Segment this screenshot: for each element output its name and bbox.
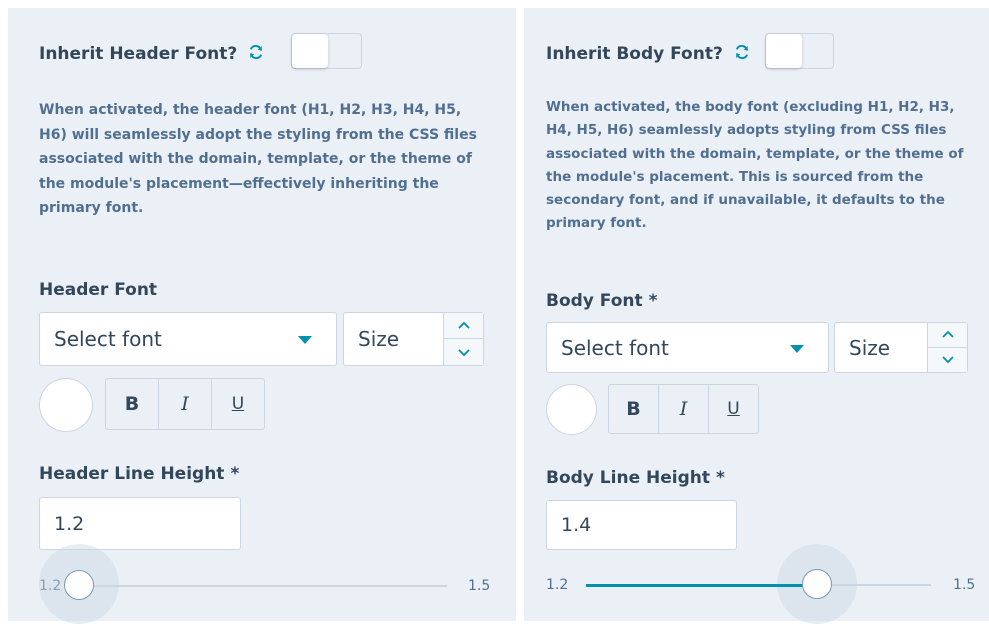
header-font-label: Header Font xyxy=(39,280,158,300)
header-font-format-group: B I U xyxy=(105,378,265,430)
body-font-select-value: Select font xyxy=(561,335,669,360)
header-line-height-input[interactable]: 1.2 xyxy=(39,497,241,550)
inherit-header-font-label-text: Inherit Header Font? xyxy=(39,44,238,64)
inherit-header-font-label: Inherit Header Font? xyxy=(39,43,265,64)
toggle-knob xyxy=(766,34,802,68)
header-line-height-value: 1.2 xyxy=(54,512,85,535)
header-font-select-value: Select font xyxy=(54,327,162,351)
bold-button[interactable]: B xyxy=(106,379,159,429)
underline-button[interactable]: U xyxy=(212,379,264,429)
inherit-body-font-toggle[interactable] xyxy=(765,33,834,69)
refresh-icon[interactable] xyxy=(733,43,751,61)
header-font-size-placeholder: Size xyxy=(358,327,400,351)
body-font-label: Body Font * xyxy=(546,291,658,311)
body-font-label-text: Body Font xyxy=(546,291,643,311)
header-font-size-stepper xyxy=(443,313,483,365)
header-font-color-swatch[interactable] xyxy=(39,378,93,432)
inherit-body-font-description: When activated, the body font (excluding… xyxy=(546,99,964,232)
body-font-size-input[interactable]: Size xyxy=(834,322,968,373)
header-line-height-slider-thumb[interactable] xyxy=(64,570,94,600)
toggle-divider xyxy=(328,34,329,68)
body-font-color-swatch[interactable] xyxy=(546,384,597,435)
body-line-height-label-text: Body Line Height xyxy=(546,468,710,488)
inherit-header-font-description: When activated, the header font (H1, H2,… xyxy=(39,102,477,216)
underline-button[interactable]: U xyxy=(709,385,758,433)
header-line-height-label: Header Line Height * xyxy=(39,464,239,484)
chevron-down-icon[interactable] xyxy=(928,348,967,373)
inherit-body-font-label: Inherit Body Font? xyxy=(546,43,751,64)
required-indicator: * xyxy=(230,464,240,484)
chevron-down-icon[interactable] xyxy=(444,339,483,365)
italic-button[interactable]: I xyxy=(159,379,212,429)
body-font-panel: Inherit Body Font? When activated, the b… xyxy=(524,8,989,624)
slider-min-label: 1.2 xyxy=(546,577,569,593)
body-font-select[interactable]: Select font xyxy=(546,322,829,373)
body-font-size-stepper xyxy=(927,323,967,372)
toggle-knob xyxy=(292,34,328,68)
body-font-size-placeholder: Size xyxy=(849,335,891,360)
required-indicator: * xyxy=(716,468,725,488)
header-line-height-slider-track[interactable] xyxy=(79,585,447,587)
body-line-height-slider-fill xyxy=(586,584,817,587)
caret-down-icon xyxy=(790,344,804,353)
body-line-height-input[interactable]: 1.4 xyxy=(546,500,737,550)
inherit-body-font-label-text: Inherit Body Font? xyxy=(546,44,723,64)
header-font-panel: Inherit Header Font? When activated, the… xyxy=(8,8,516,624)
toggle-divider xyxy=(802,34,803,68)
slider-max-label: 1.5 xyxy=(953,577,976,593)
italic-button[interactable]: I xyxy=(659,385,709,433)
body-line-height-slider-thumb[interactable] xyxy=(802,569,832,599)
header-font-size-input[interactable]: Size xyxy=(343,312,484,366)
body-line-height-label: Body Line Height * xyxy=(546,468,725,488)
chevron-up-icon[interactable] xyxy=(444,313,483,339)
header-line-height-label-text: Header Line Height xyxy=(39,464,225,484)
refresh-icon[interactable] xyxy=(247,43,265,61)
slider-max-label: 1.5 xyxy=(468,578,491,594)
required-indicator: * xyxy=(648,291,658,311)
chevron-up-icon[interactable] xyxy=(928,323,967,348)
header-font-select[interactable]: Select font xyxy=(39,312,337,366)
body-font-format-group: B I U xyxy=(608,384,759,434)
body-line-height-value: 1.4 xyxy=(561,514,592,536)
caret-down-icon xyxy=(298,336,312,344)
inherit-header-font-toggle[interactable] xyxy=(291,33,362,69)
bold-button[interactable]: B xyxy=(609,385,659,433)
